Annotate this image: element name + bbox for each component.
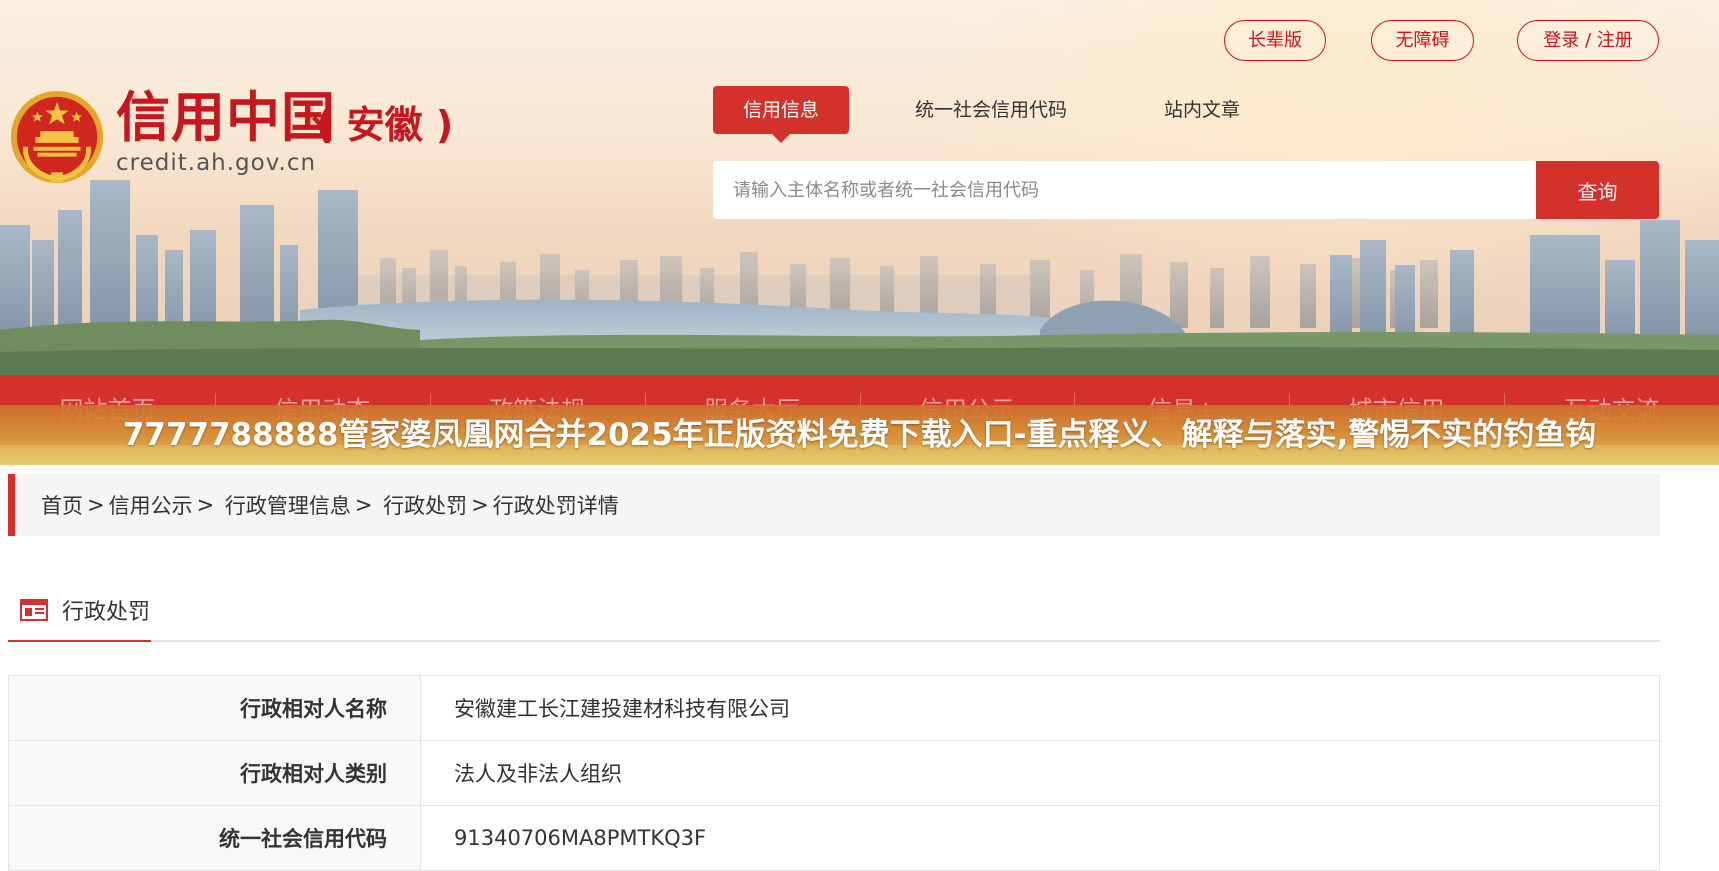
field-label: 行政相对人类别: [8, 740, 421, 806]
header-banner: 信用中国 ( 安徽 ) credit.ah.gov.cn 长辈版 无障碍 登录 …: [0, 0, 1719, 375]
breadcrumb-admin-penalty[interactable]: 行政处罚: [383, 490, 467, 520]
tab-credit-info[interactable]: 信用信息: [713, 86, 849, 143]
site-domain: credit.ah.gov.cn: [116, 150, 317, 176]
breadcrumb-separator: >: [196, 493, 221, 517]
breadcrumb-credit-publicity[interactable]: 信用公示: [109, 490, 193, 520]
site-region: ( 安徽 ): [316, 103, 454, 147]
accessibility-button[interactable]: 无障碍: [1371, 20, 1474, 61]
section-tab-penalty: 行政处罚: [8, 580, 151, 642]
breadcrumb: 首页 > 信用公示 > 行政管理信息 > 行政处罚 > 行政处罚详情: [8, 474, 1660, 536]
table-row: 行政相对人名称 安徽建工长江建投建材科技有限公司: [8, 675, 1660, 741]
search-input[interactable]: [713, 161, 1536, 219]
field-value: 安徽建工长江建投建材科技有限公司: [420, 675, 1660, 741]
tab-site-articles[interactable]: 站内文章: [1150, 86, 1254, 134]
field-label: 行政相对人名称: [8, 675, 421, 741]
search-button[interactable]: 查询: [1536, 161, 1659, 219]
breadcrumb-separator: >: [87, 493, 105, 517]
breadcrumb-admin-info[interactable]: 行政管理信息: [225, 490, 351, 520]
breadcrumb-separator: >: [354, 493, 380, 517]
field-value: 91340706MA8PMTKQ3F: [420, 805, 1660, 871]
table-row: 统一社会信用代码 91340706MA8PMTKQ3F: [8, 805, 1660, 871]
table-row: 行政相对人类别 法人及非法人组织: [8, 740, 1660, 806]
penalty-detail-table: 行政相对人名称 安徽建工长江建投建材科技有限公司 行政相对人类别 法人及非法人组…: [8, 675, 1660, 871]
tab-uscc[interactable]: 统一社会信用代码: [900, 86, 1082, 134]
document-icon: [20, 599, 48, 621]
login-register-button[interactable]: 登录 / 注册: [1517, 20, 1659, 61]
section-header: 行政处罚: [8, 580, 1660, 642]
section-title: 行政处罚: [62, 600, 151, 625]
field-value: 法人及非法人组织: [420, 740, 1660, 806]
national-emblem-icon: [10, 90, 104, 184]
breadcrumb-separator: >: [471, 493, 489, 517]
elder-mode-button[interactable]: 长辈版: [1224, 20, 1326, 61]
site-title: 信用中国: [116, 86, 336, 149]
field-label: 统一社会信用代码: [8, 805, 421, 871]
overlay-headline: 7777788888管家婆凤凰网合并2025年正版资料免费下载入口-重点释义、解…: [122, 417, 1597, 453]
breadcrumb-home[interactable]: 首页: [41, 490, 83, 520]
breadcrumb-current: 行政处罚详情: [492, 494, 619, 518]
